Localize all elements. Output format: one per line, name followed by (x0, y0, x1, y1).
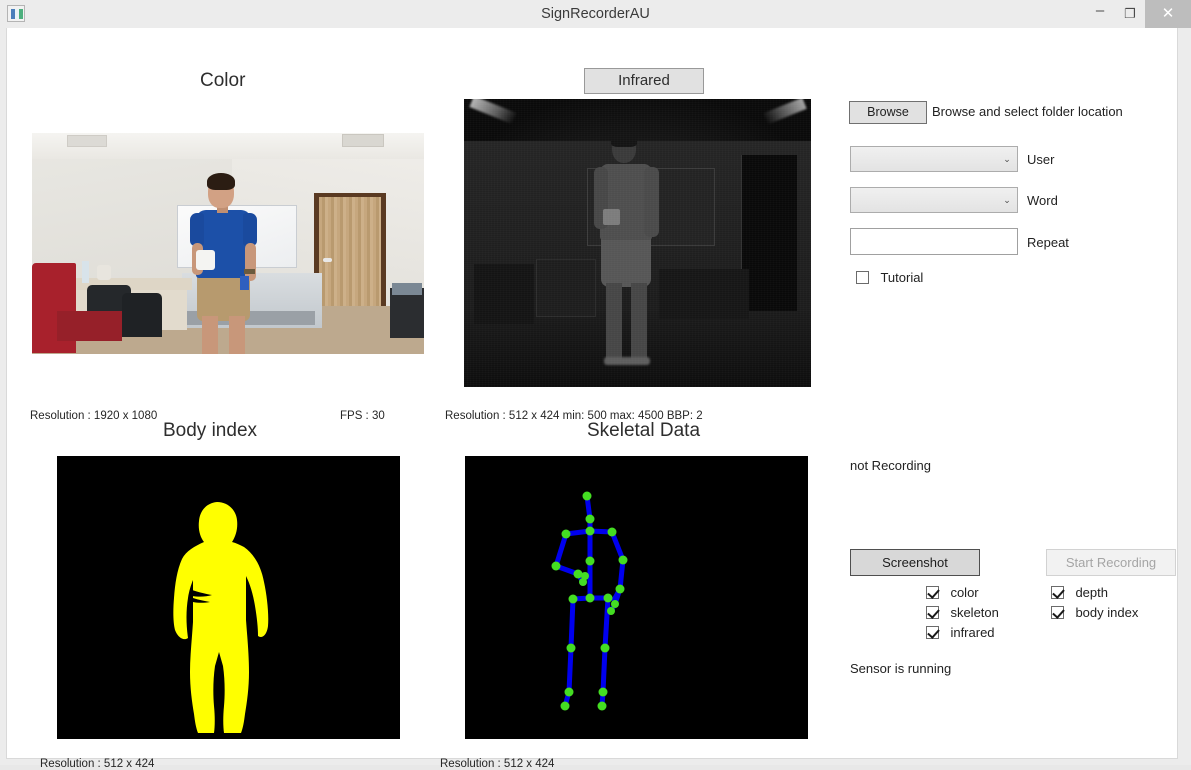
color-checkbox-label: color (950, 585, 979, 601)
panel-title-skeletal-data: Skeletal Data (587, 420, 701, 441)
stream-checkbox-depth[interactable]: depth (1051, 584, 1108, 601)
user-label: User (1027, 152, 1055, 167)
sensor-status-text: Sensor is running (850, 661, 952, 676)
browse-button[interactable]: Browse (849, 101, 927, 124)
screenshot-button[interactable]: Screenshot (850, 549, 980, 576)
user-combobox[interactable]: ⌄ (850, 146, 1018, 172)
minimize-button[interactable]: – (1085, 0, 1115, 28)
depth-checkbox[interactable] (1051, 586, 1064, 600)
depth-checkbox-label: depth (1075, 585, 1108, 601)
body-index-resolution-label: Resolution : 512 x 424 (40, 758, 155, 770)
word-combobox[interactable]: ⌄ (850, 187, 1018, 213)
repeat-input[interactable] (850, 228, 1018, 255)
recording-status-text: not Recording (850, 458, 931, 473)
start-recording-button[interactable]: Start Recording (1046, 549, 1176, 576)
body-index-checkbox-label: body index (1075, 605, 1139, 621)
browse-hint-label: Browse and select folder location (932, 104, 1123, 119)
chevron-down-icon: ⌄ (1003, 195, 1011, 205)
body-index-feed (57, 456, 400, 739)
skeleton-checkbox-label: skeleton (950, 605, 999, 621)
infrared-status-label: Resolution : 512 x 424 min: 500 max: 450… (445, 410, 703, 422)
close-button[interactable]: ✕ (1145, 0, 1191, 28)
skeleton-checkbox[interactable] (926, 606, 939, 620)
color-camera-feed (32, 133, 424, 354)
stream-checkbox-skeleton[interactable]: skeleton (926, 604, 999, 621)
color-checkbox[interactable] (926, 586, 939, 600)
tutorial-checkbox-label: Tutorial (880, 270, 924, 286)
body-index-checkbox[interactable] (1051, 606, 1064, 620)
repeat-label: Repeat (1027, 235, 1069, 250)
stream-checkbox-body-index[interactable]: body index (1051, 604, 1138, 621)
skeletal-resolution-label: Resolution : 512 x 424 (440, 758, 555, 770)
color-fps-label: FPS : 30 (340, 410, 385, 422)
infrared-checkbox-label: infrared (950, 625, 995, 641)
infrared-camera-feed (464, 99, 811, 387)
color-resolution-label: Resolution : 1920 x 1080 (30, 410, 158, 422)
panel-title-color: Color (200, 70, 246, 91)
maximize-button[interactable]: ❐ (1115, 0, 1145, 28)
infrared-tab-button[interactable]: Infrared (584, 68, 704, 94)
word-label: Word (1027, 193, 1058, 208)
minimize-icon: – (1095, 2, 1105, 19)
infrared-checkbox[interactable] (926, 626, 939, 640)
application-window: SignRecorderAU – ❐ ✕ Color Infrared Body… (0, 0, 1191, 770)
tutorial-checkbox[interactable] (856, 271, 869, 285)
chevron-down-icon: ⌄ (1003, 154, 1011, 164)
title-bar[interactable]: SignRecorderAU – ❐ ✕ (0, 0, 1191, 28)
close-icon: ✕ (1161, 5, 1175, 22)
tutorial-checkbox-row[interactable]: Tutorial (856, 269, 923, 287)
maximize-icon: ❐ (1124, 6, 1136, 21)
skeletal-data-feed (465, 456, 808, 739)
body-index-silhouette (173, 502, 269, 733)
skeleton-rendering (551, 491, 628, 711)
stream-checkbox-infrared[interactable]: infrared (926, 624, 995, 641)
client-area: Color Infrared Body index Skeletal Data (6, 28, 1178, 770)
panel-title-body-index: Body index (163, 420, 258, 441)
window-title: SignRecorderAU (541, 6, 650, 22)
stream-checkbox-color[interactable]: color (926, 584, 979, 601)
